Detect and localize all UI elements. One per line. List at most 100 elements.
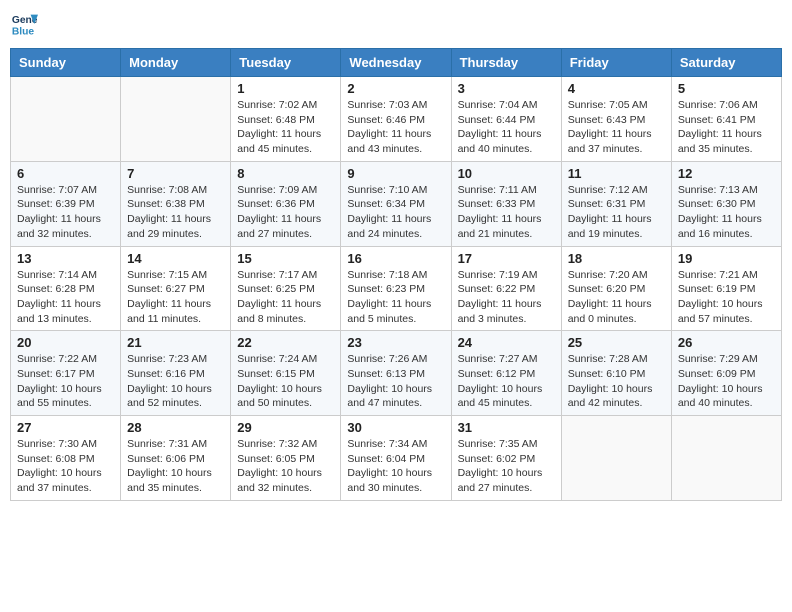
cell-date: 3	[458, 81, 555, 96]
calendar-cell: 9 Sunrise: 7:10 AMSunset: 6:34 PMDaylight…	[341, 161, 451, 246]
cell-info: Sunrise: 7:08 AMSunset: 6:38 PMDaylight:…	[127, 183, 224, 242]
cell-date: 13	[17, 251, 114, 266]
logo: General Blue	[10, 10, 42, 38]
calendar-cell	[121, 77, 231, 162]
calendar-cell: 14 Sunrise: 7:15 AMSunset: 6:27 PMDayligh…	[121, 246, 231, 331]
calendar-cell: 28 Sunrise: 7:31 AMSunset: 6:06 PMDayligh…	[121, 416, 231, 501]
cell-info: Sunrise: 7:13 AMSunset: 6:30 PMDaylight:…	[678, 183, 775, 242]
calendar-cell: 13Sunrise: 7:14 AMSunset: 6:28 PMDayligh…	[11, 246, 121, 331]
cell-date: 18	[568, 251, 665, 266]
week-row-5: 27Sunrise: 7:30 AMSunset: 6:08 PMDayligh…	[11, 416, 782, 501]
cell-info: Sunrise: 7:23 AMSunset: 6:16 PMDaylight:…	[127, 352, 224, 411]
cell-date: 4	[568, 81, 665, 96]
week-row-4: 20 Sunrise: 7:22 AMSunset: 6:17 PMDayligh…	[11, 331, 782, 416]
cell-info: Sunrise: 7:11 AMSunset: 6:33 PMDaylight:…	[458, 183, 555, 242]
cell-info: Sunrise: 7:27 AMSunset: 6:12 PMDaylight:…	[458, 352, 555, 411]
calendar-cell: 7 Sunrise: 7:08 AMSunset: 6:38 PMDaylight…	[121, 161, 231, 246]
week-row-2: 6Sunrise: 7:07 AMSunset: 6:39 PMDaylight…	[11, 161, 782, 246]
calendar-cell: 2 Sunrise: 7:03 AMSunset: 6:46 PMDaylight…	[341, 77, 451, 162]
week-row-3: 13Sunrise: 7:14 AMSunset: 6:28 PMDayligh…	[11, 246, 782, 331]
calendar-cell: 8Sunrise: 7:09 AMSunset: 6:36 PMDaylight…	[231, 161, 341, 246]
cell-info: Sunrise: 7:35 AMSunset: 6:02 PMDaylight:…	[458, 437, 555, 496]
calendar-cell	[671, 416, 781, 501]
cell-date: 12	[678, 166, 775, 181]
calendar-cell: 27Sunrise: 7:30 AMSunset: 6:08 PMDayligh…	[11, 416, 121, 501]
calendar-cell: 25 Sunrise: 7:28 AMSunset: 6:10 PMDayligh…	[561, 331, 671, 416]
cell-info: Sunrise: 7:04 AMSunset: 6:44 PMDaylight:…	[458, 98, 555, 157]
calendar-cell: 21 Sunrise: 7:23 AMSunset: 6:16 PMDayligh…	[121, 331, 231, 416]
cell-info: Sunrise: 7:18 AMSunset: 6:23 PMDaylight:…	[347, 268, 444, 327]
day-header-wednesday: Wednesday	[341, 49, 451, 77]
cell-info: Sunrise: 7:31 AMSunset: 6:06 PMDaylight:…	[127, 437, 224, 496]
calendar-cell: 16 Sunrise: 7:18 AMSunset: 6:23 PMDayligh…	[341, 246, 451, 331]
cell-info: Sunrise: 7:20 AMSunset: 6:20 PMDaylight:…	[568, 268, 665, 327]
calendar-cell: 4 Sunrise: 7:05 AMSunset: 6:43 PMDaylight…	[561, 77, 671, 162]
cell-date: 14	[127, 251, 224, 266]
day-header-tuesday: Tuesday	[231, 49, 341, 77]
calendar-cell: 30 Sunrise: 7:34 AMSunset: 6:04 PMDayligh…	[341, 416, 451, 501]
cell-date: 9	[347, 166, 444, 181]
cell-date: 22	[237, 335, 334, 350]
calendar-cell: 23 Sunrise: 7:26 AMSunset: 6:13 PMDayligh…	[341, 331, 451, 416]
calendar-cell: 15Sunrise: 7:17 AMSunset: 6:25 PMDayligh…	[231, 246, 341, 331]
calendar-cell: 31 Sunrise: 7:35 AMSunset: 6:02 PMDayligh…	[451, 416, 561, 501]
day-header-monday: Monday	[121, 49, 231, 77]
calendar-cell: 24 Sunrise: 7:27 AMSunset: 6:12 PMDayligh…	[451, 331, 561, 416]
cell-date: 11	[568, 166, 665, 181]
calendar-cell	[11, 77, 121, 162]
cell-date: 26	[678, 335, 775, 350]
cell-info: Sunrise: 7:24 AMSunset: 6:15 PMDaylight:…	[237, 352, 334, 411]
cell-info: Sunrise: 7:05 AMSunset: 6:43 PMDaylight:…	[568, 98, 665, 157]
calendar-cell: 26 Sunrise: 7:29 AMSunset: 6:09 PMDayligh…	[671, 331, 781, 416]
day-header-thursday: Thursday	[451, 49, 561, 77]
calendar-cell: 20 Sunrise: 7:22 AMSunset: 6:17 PMDayligh…	[11, 331, 121, 416]
calendar-cell: 1Sunrise: 7:02 AMSunset: 6:48 PMDaylight…	[231, 77, 341, 162]
cell-info: Sunrise: 7:29 AMSunset: 6:09 PMDaylight:…	[678, 352, 775, 411]
cell-date: 28	[127, 420, 224, 435]
cell-date: 20	[17, 335, 114, 350]
cell-date: 16	[347, 251, 444, 266]
cell-info: Sunrise: 7:03 AMSunset: 6:46 PMDaylight:…	[347, 98, 444, 157]
calendar-cell: 5 Sunrise: 7:06 AMSunset: 6:41 PMDaylight…	[671, 77, 781, 162]
calendar-cell: 29 Sunrise: 7:32 AMSunset: 6:05 PMDayligh…	[231, 416, 341, 501]
calendar-cell: 22 Sunrise: 7:24 AMSunset: 6:15 PMDayligh…	[231, 331, 341, 416]
cell-date: 29	[237, 420, 334, 435]
calendar-cell: 12 Sunrise: 7:13 AMSunset: 6:30 PMDayligh…	[671, 161, 781, 246]
cell-info: Sunrise: 7:26 AMSunset: 6:13 PMDaylight:…	[347, 352, 444, 411]
cell-info: Sunrise: 7:21 AMSunset: 6:19 PMDaylight:…	[678, 268, 775, 327]
calendar-cell: 18 Sunrise: 7:20 AMSunset: 6:20 PMDayligh…	[561, 246, 671, 331]
cell-date: 24	[458, 335, 555, 350]
cell-info: Sunrise: 7:28 AMSunset: 6:10 PMDaylight:…	[568, 352, 665, 411]
calendar-cell: 19 Sunrise: 7:21 AMSunset: 6:19 PMDayligh…	[671, 246, 781, 331]
cell-info: Sunrise: 7:06 AMSunset: 6:41 PMDaylight:…	[678, 98, 775, 157]
cell-date: 23	[347, 335, 444, 350]
cell-info: Sunrise: 7:02 AMSunset: 6:48 PMDaylight:…	[237, 98, 334, 157]
cell-info: Sunrise: 7:07 AMSunset: 6:39 PMDaylight:…	[17, 183, 114, 242]
calendar-cell: 10 Sunrise: 7:11 AMSunset: 6:33 PMDayligh…	[451, 161, 561, 246]
cell-info: Sunrise: 7:34 AMSunset: 6:04 PMDaylight:…	[347, 437, 444, 496]
cell-date: 25	[568, 335, 665, 350]
cell-date: 19	[678, 251, 775, 266]
cell-info: Sunrise: 7:22 AMSunset: 6:17 PMDaylight:…	[17, 352, 114, 411]
cell-date: 31	[458, 420, 555, 435]
cell-info: Sunrise: 7:30 AMSunset: 6:08 PMDaylight:…	[17, 437, 114, 496]
cell-info: Sunrise: 7:12 AMSunset: 6:31 PMDaylight:…	[568, 183, 665, 242]
cell-info: Sunrise: 7:32 AMSunset: 6:05 PMDaylight:…	[237, 437, 334, 496]
cell-info: Sunrise: 7:09 AMSunset: 6:36 PMDaylight:…	[237, 183, 334, 242]
cell-date: 2	[347, 81, 444, 96]
cell-date: 17	[458, 251, 555, 266]
cell-date: 21	[127, 335, 224, 350]
cell-date: 5	[678, 81, 775, 96]
cell-date: 10	[458, 166, 555, 181]
calendar-cell: 17Sunrise: 7:19 AMSunset: 6:22 PMDayligh…	[451, 246, 561, 331]
calendar-cell: 6Sunrise: 7:07 AMSunset: 6:39 PMDaylight…	[11, 161, 121, 246]
calendar-cell: 11 Sunrise: 7:12 AMSunset: 6:31 PMDayligh…	[561, 161, 671, 246]
cell-info: Sunrise: 7:10 AMSunset: 6:34 PMDaylight:…	[347, 183, 444, 242]
cell-date: 7	[127, 166, 224, 181]
cell-date: 30	[347, 420, 444, 435]
header: General Blue	[10, 10, 782, 38]
logo-icon: General Blue	[10, 10, 38, 38]
cell-info: Sunrise: 7:15 AMSunset: 6:27 PMDaylight:…	[127, 268, 224, 327]
day-header-sunday: Sunday	[11, 49, 121, 77]
week-row-1: 1Sunrise: 7:02 AMSunset: 6:48 PMDaylight…	[11, 77, 782, 162]
